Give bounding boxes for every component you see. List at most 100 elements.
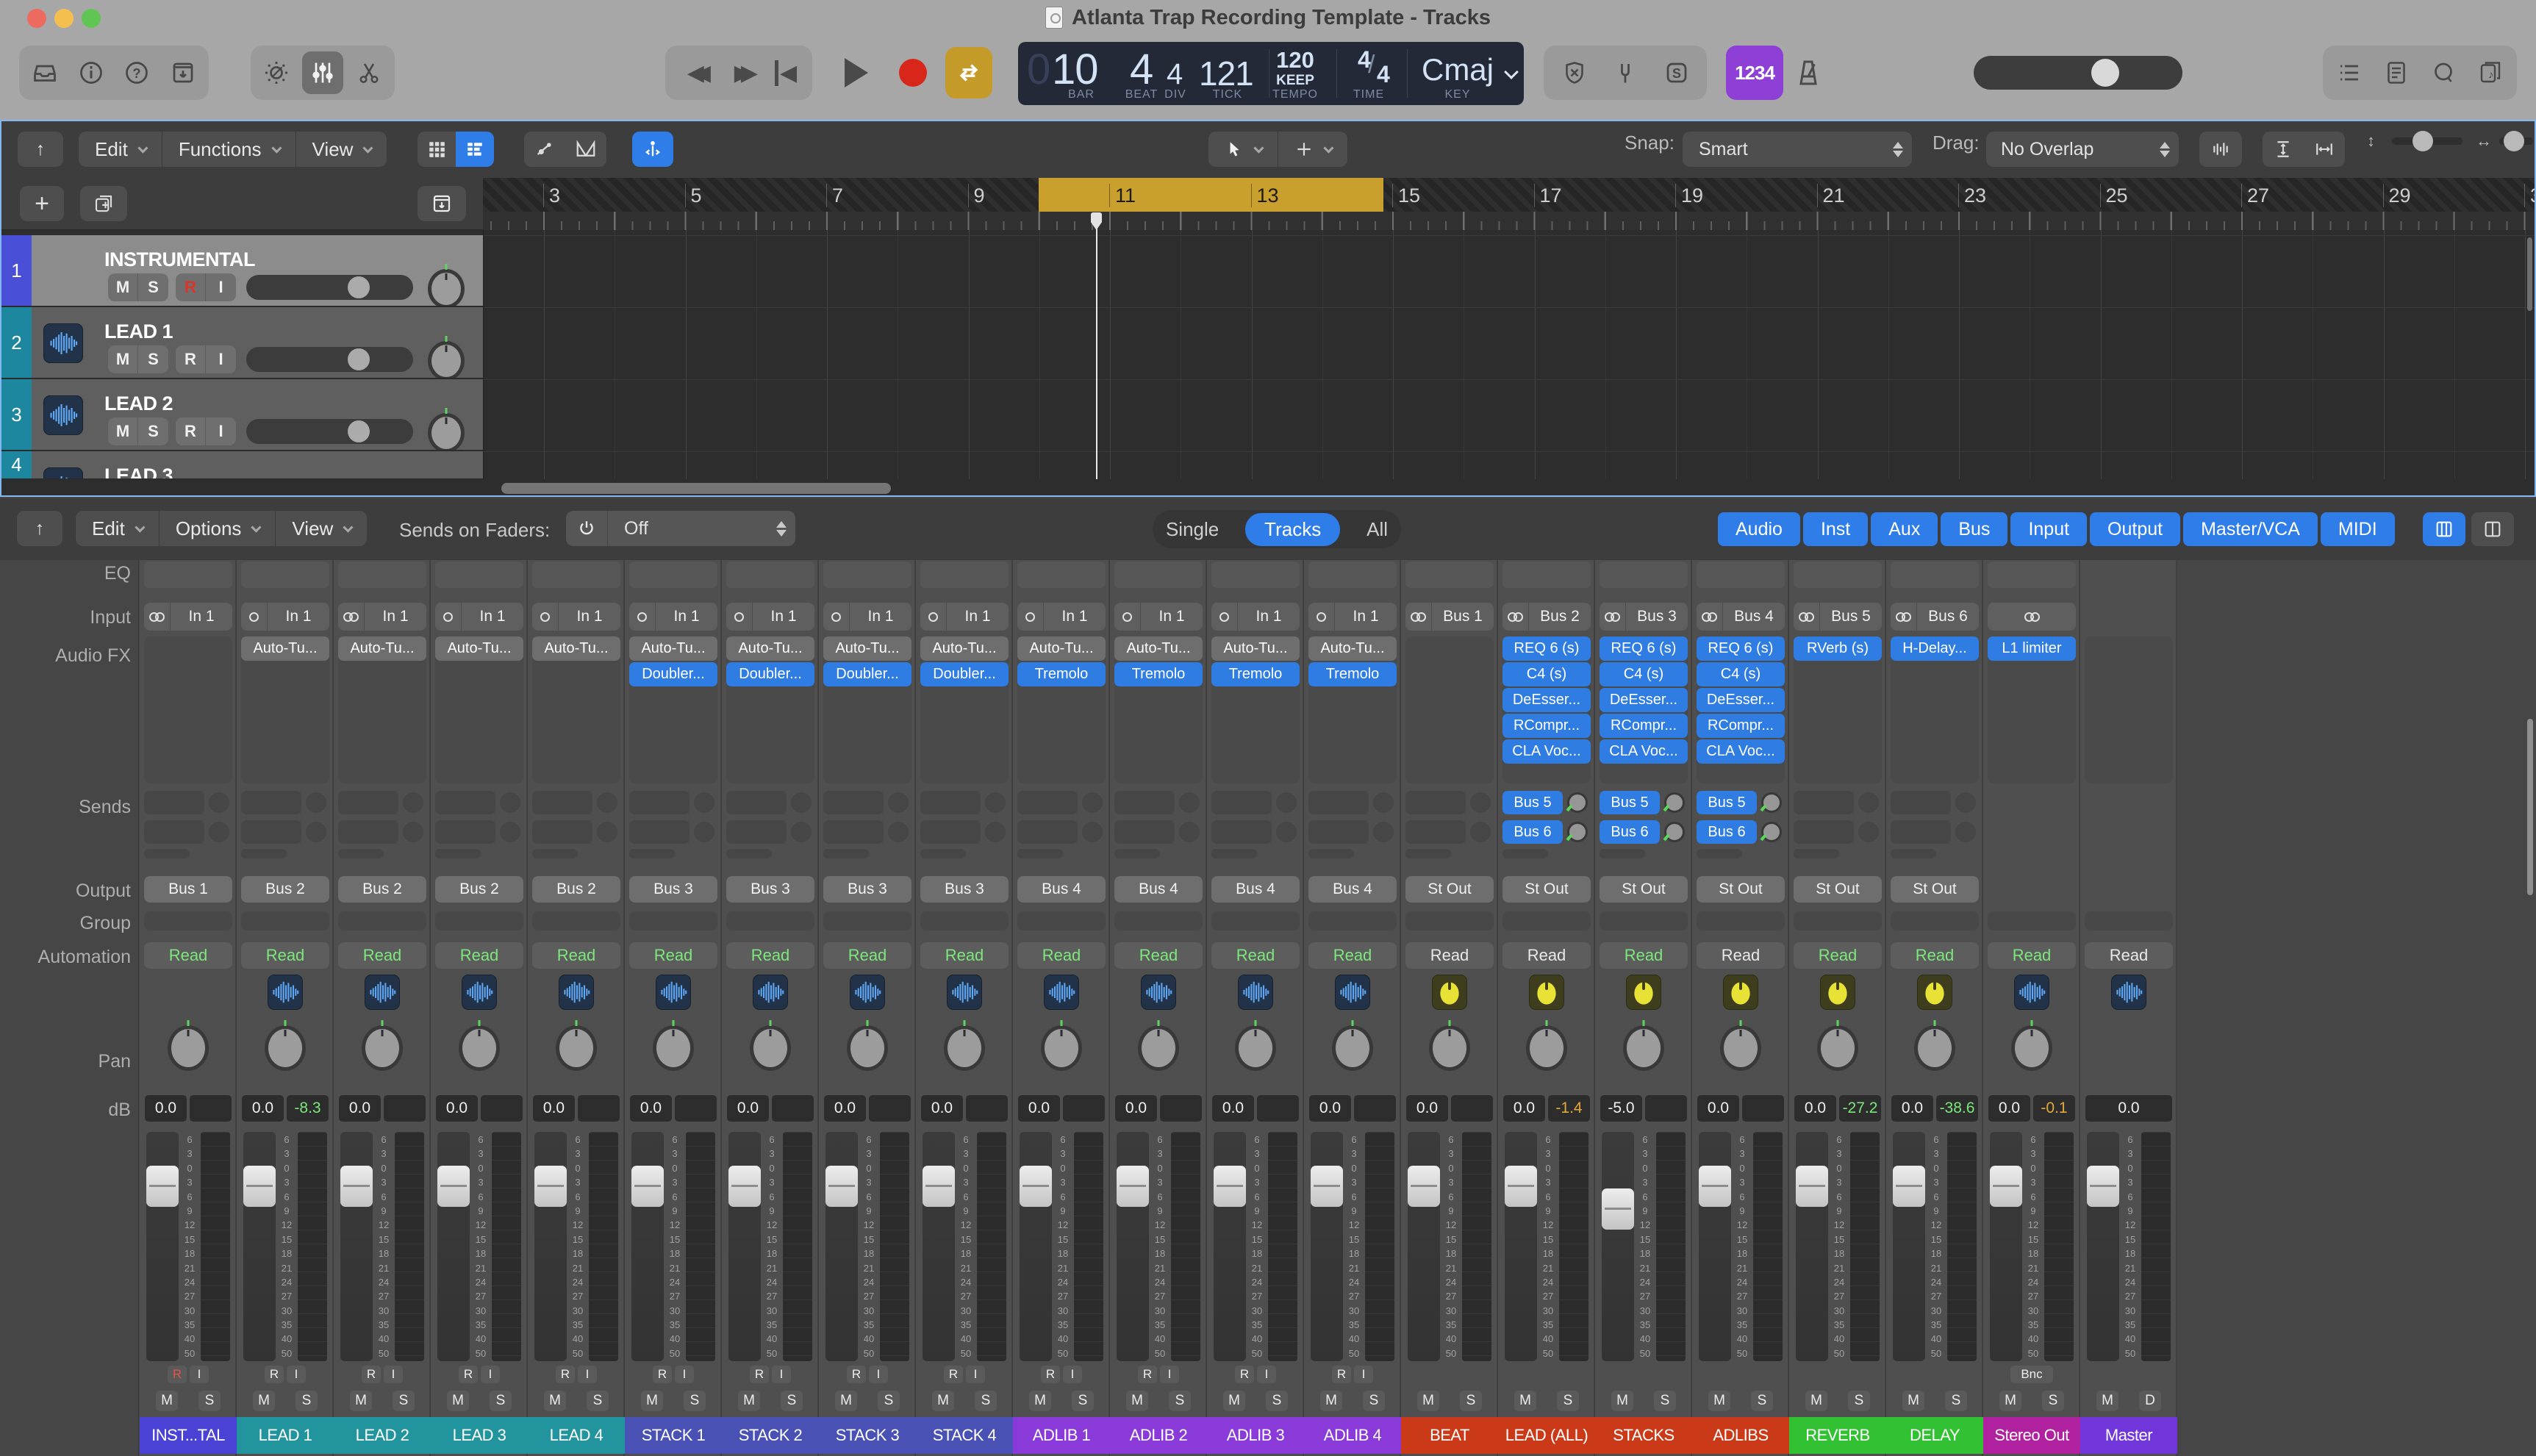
- send-stub-slot[interactable]: [920, 849, 966, 858]
- input-monitor-button[interactable]: I: [1063, 1366, 1082, 1383]
- fader-handle[interactable]: [1893, 1166, 1925, 1207]
- output-slot[interactable]: Bus 3: [629, 876, 717, 903]
- channel-pan-knob[interactable]: [556, 1025, 597, 1071]
- ruler-ticks[interactable]: [483, 212, 2535, 230]
- automation-mode-button[interactable]: Read: [338, 942, 426, 969]
- automation-mode-button[interactable]: Read: [1502, 942, 1591, 969]
- audio-fx-panel[interactable]: [2085, 636, 2173, 783]
- group-slot[interactable]: [629, 911, 717, 930]
- lcd-beat-value[interactable]: 4: [1130, 45, 1153, 94]
- fx-plugin-slot[interactable]: RCompr...: [1502, 714, 1591, 738]
- output-slot[interactable]: Bus 1: [144, 876, 232, 903]
- output-slot[interactable]: Bus 3: [823, 876, 911, 903]
- eq-thumbnail[interactable]: [1114, 562, 1203, 588]
- fx-plugin-slot[interactable]: RVerb (s): [1794, 636, 1882, 661]
- channel-mute-button[interactable]: M: [835, 1391, 857, 1411]
- send-stub-slot[interactable]: [823, 849, 869, 858]
- fader-track[interactable]: [825, 1132, 858, 1361]
- channel-pan-knob[interactable]: [1623, 1025, 1664, 1071]
- track-input-monitor-button[interactable]: I: [206, 345, 236, 373]
- automation-mode-button[interactable]: Read: [1211, 942, 1300, 969]
- fx-plugin-slot[interactable]: Tremolo: [1017, 662, 1106, 686]
- send-stub-slot[interactable]: [144, 849, 190, 858]
- eq-thumbnail[interactable]: [144, 562, 232, 588]
- add-track-button[interactable]: +: [20, 186, 64, 221]
- eq-thumbnail[interactable]: [1794, 562, 1882, 588]
- fader-track[interactable]: [1117, 1132, 1149, 1361]
- channel-mute-button[interactable]: M: [1126, 1391, 1148, 1411]
- send-stub-slot[interactable]: [1794, 849, 1839, 858]
- record-enable-button[interactable]: R: [168, 1366, 187, 1383]
- channel-solo-button[interactable]: S: [1945, 1391, 1967, 1411]
- fx-plugin-slot[interactable]: REQ 6 (s): [1697, 636, 1785, 661]
- record-enable-button[interactable]: R: [847, 1366, 866, 1383]
- send-slot[interactable]: Bus 5: [1697, 791, 1757, 814]
- send-level-knob[interactable]: [1179, 822, 1200, 842]
- media-browser-files-button[interactable]: ♪: [2470, 51, 2511, 94]
- automation-mode-button[interactable]: Read: [823, 942, 911, 969]
- group-slot[interactable]: [1114, 911, 1203, 930]
- channel-solo-button[interactable]: S: [490, 1391, 512, 1411]
- filter-bus[interactable]: Bus: [1941, 512, 2007, 546]
- volume-db-field[interactable]: 0.0: [1988, 1095, 2030, 1122]
- view-mode-all[interactable]: All: [1366, 518, 1388, 541]
- eq-thumbnail[interactable]: [1017, 562, 1106, 588]
- fx-plugin-slot[interactable]: Auto-Tu...: [1114, 636, 1203, 661]
- fader-handle[interactable]: [2087, 1166, 2119, 1207]
- send-stub-slot[interactable]: [1697, 849, 1742, 858]
- track-pan-knob[interactable]: [428, 341, 465, 379]
- channel-mute-button[interactable]: M: [1805, 1391, 1827, 1411]
- audio-fx-panel[interactable]: Auto-Tu...Tremolo: [1211, 636, 1300, 783]
- input-monitor-button[interactable]: I: [287, 1366, 306, 1383]
- volume-slider-knob[interactable]: [348, 420, 370, 442]
- send-level-knob[interactable]: [1664, 792, 1685, 813]
- bounce-button[interactable]: Bnc: [2010, 1366, 2053, 1383]
- send-slot[interactable]: [726, 791, 787, 814]
- send-stub-slot[interactable]: [1211, 849, 1257, 858]
- channel-mute-button[interactable]: M: [447, 1391, 469, 1411]
- fader-track[interactable]: [1699, 1132, 1731, 1361]
- send-stub-slot[interactable]: [1405, 849, 1451, 858]
- fader-handle[interactable]: [146, 1166, 179, 1207]
- channel-solo-button[interactable]: S: [684, 1391, 706, 1411]
- eq-thumbnail[interactable]: [920, 562, 1009, 588]
- peak-level-field[interactable]: --: [190, 1095, 232, 1122]
- tools-button[interactable]: [348, 51, 390, 94]
- channel-pan-knob[interactable]: [1914, 1025, 1955, 1071]
- send-level-knob[interactable]: [1567, 822, 1588, 842]
- group-slot[interactable]: [1697, 911, 1785, 930]
- audio-fx-panel[interactable]: Auto-Tu...: [532, 636, 620, 783]
- send-slot[interactable]: Bus 6: [1600, 820, 1660, 844]
- track-header-lead-3[interactable]: 4LEAD 3: [1, 451, 483, 479]
- send-slot[interactable]: [435, 820, 495, 844]
- input-slot[interactable]: In 1: [920, 603, 1009, 631]
- channel-pan-knob[interactable]: [1720, 1025, 1761, 1071]
- fx-plugin-slot[interactable]: RCompr...: [1697, 714, 1785, 738]
- channel-name-plate[interactable]: STACK 4: [916, 1417, 1013, 1454]
- channel-pan-knob[interactable]: [2011, 1025, 2052, 1071]
- channel-name-plate[interactable]: ADLIB 3: [1207, 1417, 1304, 1454]
- channel-name-plate[interactable]: Stereo Out: [1983, 1417, 2080, 1454]
- send-level-knob[interactable]: [985, 822, 1006, 842]
- track-solo-button[interactable]: S: [138, 273, 168, 301]
- input-slot[interactable]: In 1: [435, 603, 523, 631]
- channel-mute-button[interactable]: M: [1611, 1391, 1633, 1411]
- hide-tracks-button[interactable]: [418, 186, 466, 221]
- automation-mode-button[interactable]: Read: [1794, 942, 1882, 969]
- peak-level-field[interactable]: --: [1257, 1095, 1299, 1122]
- lcd-time-denominator[interactable]: 4: [1377, 61, 1390, 88]
- send-stub-slot[interactable]: [241, 849, 287, 858]
- group-slot[interactable]: [338, 911, 426, 930]
- channel-solo-button[interactable]: S: [1460, 1391, 1482, 1411]
- volume-db-field[interactable]: 0.0: [436, 1095, 478, 1122]
- automation-mode-button[interactable]: Read: [241, 942, 329, 969]
- eq-thumbnail[interactable]: [1405, 562, 1494, 588]
- peak-level-field[interactable]: -38.6: [1936, 1095, 1978, 1122]
- fx-plugin-slot[interactable]: Auto-Tu...: [726, 636, 814, 661]
- waveform-zoom-button[interactable]: [2199, 132, 2242, 167]
- channel-name-plate[interactable]: STACK 1: [625, 1417, 722, 1454]
- send-level-knob[interactable]: [1858, 792, 1879, 813]
- track-volume-slider[interactable]: [246, 347, 413, 372]
- channel-solo-button[interactable]: S: [1848, 1391, 1870, 1411]
- channel-name-plate[interactable]: ADLIBS: [1692, 1417, 1789, 1454]
